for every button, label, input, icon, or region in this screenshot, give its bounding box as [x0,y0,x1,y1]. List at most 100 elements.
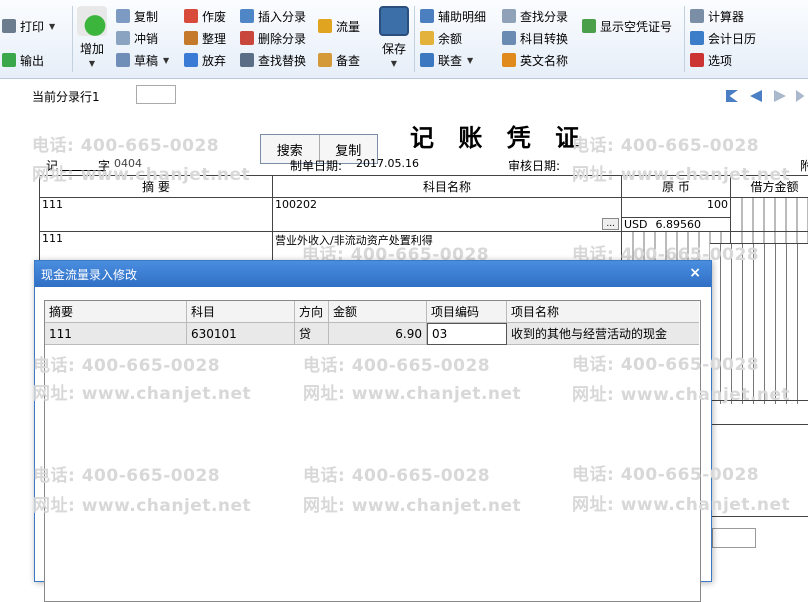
balance-button[interactable]: 余额 [420,28,462,48]
draft-icon [116,53,130,67]
row-currency-cell[interactable]: 100 USD 6.89560 [622,198,731,232]
cash-flow-grid: 摘要 科目 方向 金额 项目编码 项目名称 111 630101 贷 6.90 … [44,300,701,602]
linked-query-label: 联查 [438,52,462,69]
insert-entry-button[interactable]: 插入分录 [240,6,306,26]
first-record-icon[interactable] [726,90,738,102]
row-debit-cell[interactable] [731,198,808,232]
watermark-phone: 电话: 400-665-0028 [572,350,759,375]
watermark-site: 网址: www.chanjet.net [303,379,521,404]
table-row[interactable]: 111 630101 贷 6.90 03 收到的其他与经营活动的现金 [45,323,700,345]
find-replace-label: 查找替换 [258,52,306,69]
english-name-label: 英文名称 [520,52,568,69]
discard-button[interactable]: 放弃 [184,50,226,70]
insert-row-icon [240,9,254,23]
subject-convert-button[interactable]: 科目转换 [502,28,568,48]
export-label: 输出 [20,52,44,69]
watermark-phone: 电话: 400-665-0028 [572,460,759,485]
find-replace-button[interactable]: 查找替换 [240,50,306,70]
convert-icon [502,31,516,45]
last-record-icon[interactable] [796,90,808,102]
watermark-site: 网址: www.chanjet.net [572,490,790,515]
previous-record-icon[interactable] [750,90,762,102]
column-summary: 摘要 [45,301,187,323]
memo-button[interactable]: 备查 [318,50,360,70]
row-subject-cell[interactable]: 100202 ... [273,198,622,232]
english-name-button[interactable]: 英文名称 [502,50,568,70]
close-icon[interactable]: × [689,265,701,281]
delete-row-icon [240,31,254,45]
options-button[interactable]: 选项 [690,50,732,70]
voucher-date[interactable]: 2017.05.16 [356,157,419,170]
export-button[interactable]: 输出 [2,50,44,70]
calculator-button[interactable]: 计算器 [690,6,744,26]
add-button[interactable]: 增加 ▼ [76,6,108,68]
grid-header: 摘要 科目 方向 金额 项目编码 项目名称 [45,301,700,323]
bottom-field[interactable] [712,528,756,548]
calendar-button[interactable]: 会计日历 [690,28,756,48]
toolbar-separator [414,6,415,72]
balance-label: 余额 [438,30,462,47]
copy-label: 复制 [134,8,158,25]
cell-item-name[interactable]: 收到的其他与经营活动的现金 [507,323,699,345]
link-icon [420,53,434,67]
row-summary[interactable]: 111 [40,198,273,232]
attachments-label: 附 [800,157,808,174]
calendar-icon [690,31,704,45]
grid-line [710,424,808,425]
watermark-phone: 电话: 400-665-0028 [32,131,219,156]
current-entry-label: 当前分录行1 [32,88,100,105]
copy-button[interactable]: 复制 [116,6,158,26]
reverse-button[interactable]: 冲销 [116,28,158,48]
linked-query-button[interactable]: 联查 ▼ [420,50,473,70]
cell-summary[interactable]: 111 [45,323,187,345]
watermark-site: 网址: www.chanjet.net [572,160,790,185]
voucher-title: 记 账 凭 证 [410,118,587,153]
add-label: 增加 [80,42,104,56]
print-button[interactable]: 打印 ▼ [2,16,55,36]
save-button[interactable]: 保存 ▼ [378,6,410,68]
chevron-down-icon: ▼ [76,59,108,68]
find-entry-label: 查找分录 [520,8,568,25]
chevron-down-icon: ▼ [467,56,473,65]
cell-direction[interactable]: 贷 [295,323,329,345]
aux-detail-button[interactable]: 辅助明细 [420,6,486,26]
toolbar-separator [684,6,685,72]
organize-button[interactable]: 整理 [184,28,226,48]
next-record-icon[interactable] [774,90,786,102]
copy-icon [116,9,130,23]
calculator-icon [690,9,704,23]
memo-label: 备查 [336,52,360,69]
show-empty-voucher-label: 显示空凭证号 [600,18,672,35]
discard-label: 放弃 [202,52,226,69]
cell-amount[interactable]: 6.90 [329,323,427,345]
save-disk-icon [379,6,409,36]
column-item-name: 项目名称 [507,301,699,323]
delete-entry-button[interactable]: 删除分录 [240,28,306,48]
english-icon [502,53,516,67]
print-label: 打印 [20,18,44,35]
reverse-icon [116,31,130,45]
voucher-row[interactable]: 111 100202 ... 100 USD 6.89560 [40,198,808,232]
watermark-site: 网址: www.chanjet.net [572,380,790,405]
watermark-phone: 电话: 400-665-0028 [33,351,220,376]
cash-flow-button[interactable]: 流量 [318,16,360,36]
subject-convert-label: 科目转换 [520,30,568,47]
draft-button[interactable]: 草稿 ▼ [116,50,169,70]
reverse-label: 冲销 [134,30,158,47]
void-label: 作废 [202,8,226,25]
current-entry-input[interactable] [136,85,176,104]
cell-item-code[interactable]: 03 [427,323,507,345]
subject-lookup-button[interactable]: ... [602,218,619,230]
void-button[interactable]: 作废 [184,6,226,26]
export-icon [2,53,16,67]
chevron-down-icon: ▼ [163,56,169,65]
printer-icon [2,19,16,33]
save-label: 保存 [382,42,406,56]
show-empty-voucher-button[interactable]: 显示空凭证号 [582,16,672,36]
organize-label: 整理 [202,30,226,47]
cell-subject[interactable]: 630101 [187,323,295,345]
id-card-icon [582,19,596,33]
find-entry-button[interactable]: 查找分录 [502,6,568,26]
column-item-code: 项目编码 [427,301,507,323]
watermark-phone: 电话: 400-665-0028 [303,351,490,376]
